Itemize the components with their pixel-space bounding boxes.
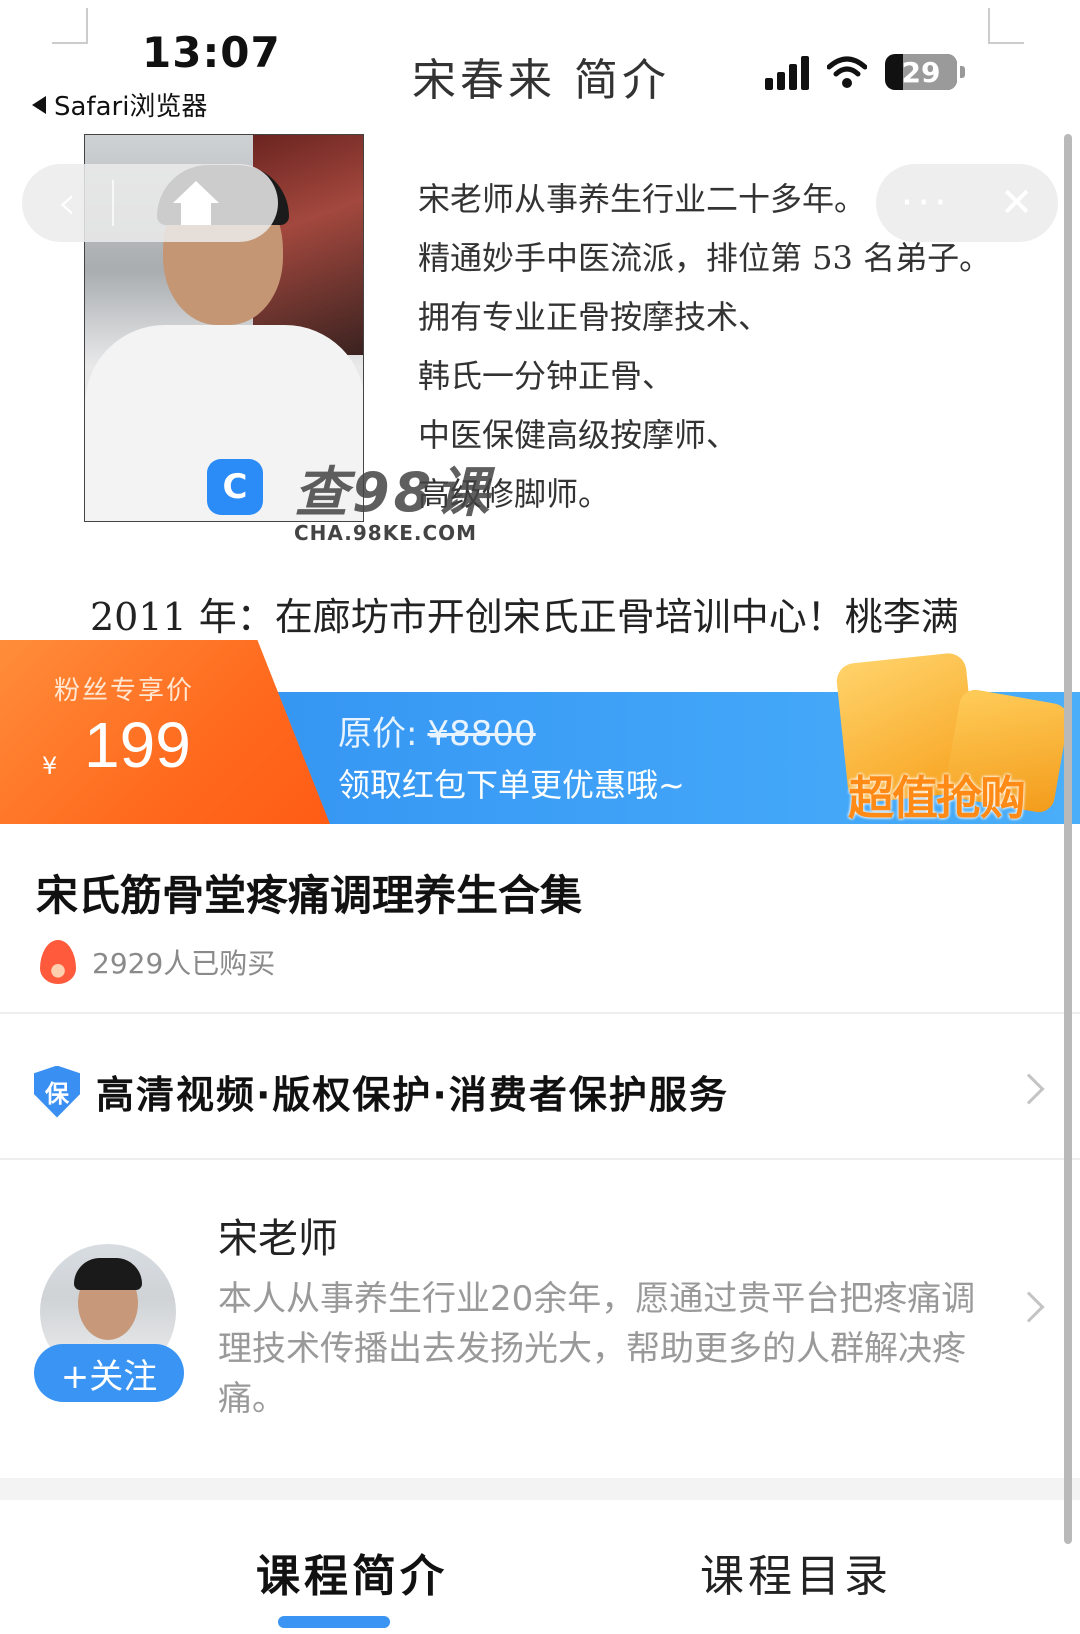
history-line: 2011 年：在廊坊市开创宋氏正骨培训中心！桃李满 <box>90 595 959 639</box>
sale-price: 199 <box>84 709 191 781</box>
currency-symbol: ¥ <box>42 752 58 780</box>
battery-level: 29 <box>901 55 941 89</box>
close-button[interactable]: ✕ <box>1000 180 1034 226</box>
original-price: 原价: ¥8800 <box>338 706 536 755</box>
back-button[interactable]: ‹ <box>22 175 112 231</box>
purchase-count: 2929人已购买 <box>40 940 275 984</box>
page: 13:07 Safari浏览器 宋春来 简介 29 C ‹ ··· ✕ 宋老师从… <box>0 0 1080 1634</box>
watermark: 查98课 CHA.98KE.COM <box>294 448 493 545</box>
intro-line: 中医保健高级按摩师、 <box>418 416 739 454</box>
intro-line: 韩氏一分钟正骨、 <box>418 357 675 395</box>
shield-icon: 保 <box>34 1065 80 1118</box>
active-tab-indicator <box>278 1616 390 1628</box>
price-banner[interactable]: 粉丝专享价 ¥ 199 原价: ¥8800 领取红包下单更优惠哦~ 超值抢购 <box>0 640 1080 825</box>
intro-line: 精通妙手中医流派，排位第 53 名弟子。 <box>418 239 992 277</box>
tab-course-catalog[interactable]: 课程目录 <box>700 1540 892 1604</box>
rush-buy-label: 超值抢购 <box>848 771 1026 825</box>
battery-icon: 29 <box>885 54 965 90</box>
intro-line: 拥有专业正骨按摩技术、 <box>418 298 771 336</box>
frame-corner-left <box>52 8 88 44</box>
service-row[interactable]: 保 高清视频·版权保护·消费者保护服务 <box>34 1064 729 1119</box>
back-app-label: Safari浏览器 <box>54 92 208 122</box>
purchase-count-text: 2929人已购买 <box>92 947 276 980</box>
status-time: 13:07 <box>142 28 281 77</box>
home-button[interactable] <box>114 181 278 225</box>
back-triangle-icon <box>32 95 46 114</box>
nav-pill: ‹ <box>22 164 278 242</box>
intro-line: 高级修脚师。 <box>418 475 611 513</box>
service-text: 高清视频·版权保护·消费者保护服务 <box>96 1073 729 1117</box>
back-to-safari-link[interactable]: Safari浏览器 <box>32 86 207 123</box>
divider <box>0 1158 1080 1160</box>
divider <box>0 1012 1080 1014</box>
status-icons: 29 <box>765 54 965 90</box>
intro-line: 宋老师从事养生行业二十多年。 <box>418 180 867 218</box>
teacher-description: 本人从事养生行业20余年，愿通过贵平台把疼痛调理技术传播出去发扬光大，帮助更多的… <box>218 1279 976 1419</box>
course-title: 宋氏筋骨堂疼痛调理养生合集 <box>36 871 583 920</box>
app-logo-icon: C <box>207 459 263 515</box>
promo-text: 领取红包下单更优惠哦~ <box>338 766 685 804</box>
tab-course-intro[interactable]: 课程简介 <box>256 1540 448 1604</box>
frame-corner-right <box>988 8 1024 44</box>
chevron-right-icon[interactable] <box>1013 1073 1045 1105</box>
scrollbar[interactable] <box>1064 134 1072 1544</box>
wifi-icon <box>827 56 867 88</box>
fire-icon <box>40 940 76 984</box>
page-title: 宋春来 简介 <box>412 55 670 106</box>
chevron-right-icon[interactable] <box>1013 1291 1045 1323</box>
original-price-value: ¥8800 <box>427 714 536 754</box>
follow-button[interactable]: +关注 <box>34 1344 184 1402</box>
intro-text: 宋老师从事养生行业二十多年。 精通妙手中医流派，排位第 53 名弟子。 拥有专业… <box>418 170 991 524</box>
original-price-label: 原价: <box>338 714 418 754</box>
fan-price-label: 粉丝专享价 <box>54 676 195 706</box>
watermark-title: 查98课 <box>294 461 494 524</box>
home-icon <box>173 181 219 225</box>
teacher-name: 宋老师 <box>218 1216 338 1262</box>
cellular-signal-icon <box>765 54 809 90</box>
section-separator <box>0 1478 1080 1500</box>
